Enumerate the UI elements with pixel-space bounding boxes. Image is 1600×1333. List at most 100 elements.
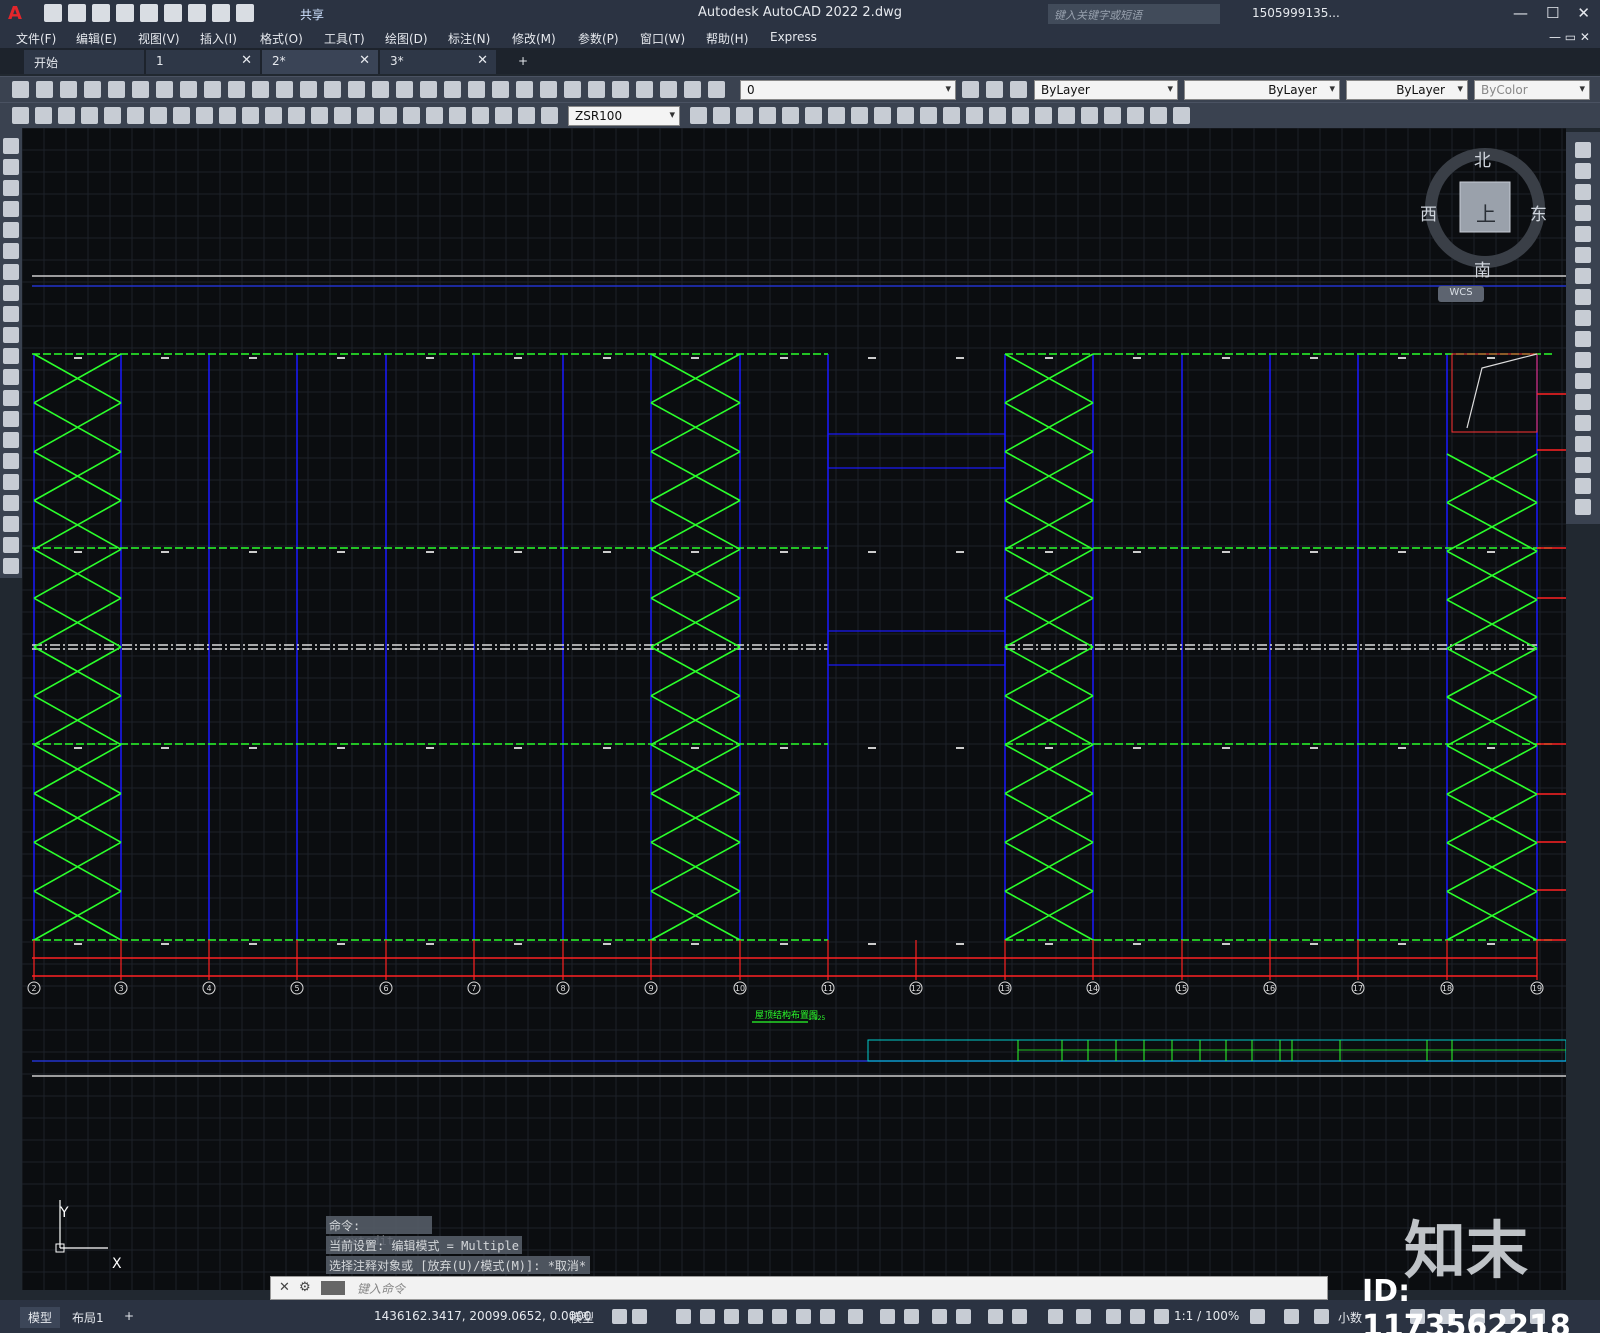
toolbar-tool-icon[interactable] xyxy=(311,107,328,124)
toolbar-tool-icon[interactable] xyxy=(127,107,144,124)
toolbar-tool-icon[interactable] xyxy=(108,81,125,98)
command-input[interactable]: 键入命令 xyxy=(357,1280,405,1297)
toolbar-tool-icon[interactable] xyxy=(357,107,374,124)
status-toggle-icon[interactable] xyxy=(1012,1309,1027,1324)
status-toggle-icon[interactable] xyxy=(848,1309,863,1324)
toolbar-tool-icon[interactable] xyxy=(516,81,533,98)
status-toggle-icon[interactable] xyxy=(772,1309,787,1324)
toolbar-tool-icon[interactable] xyxy=(492,81,509,98)
toolbar-tool-icon[interactable] xyxy=(986,81,1003,98)
toolbar-tool-icon[interactable] xyxy=(420,81,437,98)
status-toggle-icon[interactable] xyxy=(724,1309,739,1324)
draw-tool-icon[interactable] xyxy=(3,558,19,574)
new-tab-button[interactable]: + xyxy=(508,50,534,74)
toolbar-tool-icon[interactable] xyxy=(288,107,305,124)
add-layout-button[interactable]: + xyxy=(116,1307,142,1325)
draw-tool-icon[interactable] xyxy=(3,390,19,406)
toolbar-tool-icon[interactable] xyxy=(173,107,190,124)
toolbar-tool-icon[interactable] xyxy=(851,107,868,124)
menu-draw[interactable]: 绘图(D) xyxy=(385,30,428,47)
toolbar-tool-icon[interactable] xyxy=(660,81,677,98)
modify-tool-icon[interactable] xyxy=(1575,331,1591,347)
toolbar-tool-icon[interactable] xyxy=(12,81,29,98)
draw-tool-icon[interactable] xyxy=(3,327,19,343)
toolbar-tool-icon[interactable] xyxy=(874,107,891,124)
tab-3[interactable]: 3* ✕ xyxy=(380,50,496,74)
toolbar-tool-icon[interactable] xyxy=(540,81,557,98)
status-toggle-icon[interactable] xyxy=(676,1309,691,1324)
status-toggle-icon[interactable] xyxy=(1314,1309,1329,1324)
toolbar-tool-icon[interactable] xyxy=(219,107,236,124)
toolbar-tool-icon[interactable] xyxy=(1035,107,1052,124)
toolbar-tool-icon[interactable] xyxy=(380,107,397,124)
modify-tool-icon[interactable] xyxy=(1575,310,1591,326)
modify-tool-icon[interactable] xyxy=(1575,268,1591,284)
toolbar-tool-icon[interactable] xyxy=(1010,81,1027,98)
toolbar-tool-icon[interactable] xyxy=(805,107,822,124)
menu-edit[interactable]: 编辑(E) xyxy=(76,30,117,47)
tab-start[interactable]: 开始 xyxy=(24,50,144,74)
toolbar-tool-icon[interactable] xyxy=(495,107,512,124)
modify-tool-icon[interactable] xyxy=(1575,394,1591,410)
toolbar-tool-icon[interactable] xyxy=(1173,107,1190,124)
toolbar-tool-icon[interactable] xyxy=(156,81,173,98)
toolbar-tool-icon[interactable] xyxy=(60,81,77,98)
annotation-scale[interactable]: 1:1 / 100% xyxy=(1174,1309,1239,1323)
toolbar-tool-icon[interactable] xyxy=(324,81,341,98)
close-icon[interactable]: ✕ xyxy=(279,1280,290,1295)
modify-tool-icon[interactable] xyxy=(1575,205,1591,221)
close-tab-icon[interactable]: ✕ xyxy=(241,53,252,68)
draw-tool-icon[interactable] xyxy=(3,453,19,469)
status-toggle-icon[interactable] xyxy=(820,1309,835,1324)
tab-1[interactable]: 1 ✕ xyxy=(146,50,260,74)
modify-tool-icon[interactable] xyxy=(1575,478,1591,494)
recent-commands-icon[interactable] xyxy=(321,1281,345,1295)
toolbar-tool-icon[interactable] xyxy=(180,81,197,98)
toolbar-tool-icon[interactable] xyxy=(196,107,213,124)
viewcube-west[interactable]: 西 xyxy=(1420,200,1437,225)
status-toggle-icon[interactable] xyxy=(1076,1309,1091,1324)
modify-tool-icon[interactable] xyxy=(1575,457,1591,473)
toolbar-tool-icon[interactable] xyxy=(276,81,293,98)
menu-modify[interactable]: 修改(M) xyxy=(512,30,556,47)
status-toggle-icon[interactable] xyxy=(632,1309,647,1324)
toolbar-tool-icon[interactable] xyxy=(150,107,167,124)
modify-tool-icon[interactable] xyxy=(1575,142,1591,158)
drawing-area[interactable]: 2 3 4 5 6 7 8 9 10 11 12 13 14 15 16 17 18 19 屋顶结构布置图 1:125 xyxy=(22,128,1566,1290)
command-line[interactable]: ✕ ⚙ 键入命令 xyxy=(270,1276,1328,1300)
draw-tool-icon[interactable] xyxy=(3,432,19,448)
modify-tool-icon[interactable] xyxy=(1575,415,1591,431)
toolbar-tool-icon[interactable] xyxy=(541,107,558,124)
draw-tool-icon[interactable] xyxy=(3,180,19,196)
toolbar-tool-icon[interactable] xyxy=(684,81,701,98)
toolbar-tool-icon[interactable] xyxy=(132,81,149,98)
tab-layout1[interactable]: 布局1 xyxy=(64,1307,112,1328)
toolbar-tool-icon[interactable] xyxy=(736,107,753,124)
linetype-dropdown[interactable]: ByLayer xyxy=(1184,80,1340,100)
plotstyle-dropdown[interactable]: ByColor xyxy=(1474,80,1590,100)
toolbar-tool-icon[interactable] xyxy=(84,81,101,98)
menu-file[interactable]: 文件(F) xyxy=(16,30,56,47)
search-input[interactable]: 键入关键字或短语 xyxy=(1048,4,1220,24)
viewcube-top[interactable]: 上 xyxy=(1476,198,1496,227)
toolbar-tool-icon[interactable] xyxy=(1058,107,1075,124)
status-toggle-icon[interactable] xyxy=(904,1309,919,1324)
draw-tool-icon[interactable] xyxy=(3,243,19,259)
toolbar-tool-icon[interactable] xyxy=(564,81,581,98)
toolbar-tool-icon[interactable] xyxy=(444,81,461,98)
toolbar-tool-icon[interactable] xyxy=(612,81,629,98)
status-toggle-icon[interactable] xyxy=(748,1309,763,1324)
wcs-menu[interactable]: WCS xyxy=(1438,286,1484,302)
modify-tool-icon[interactable] xyxy=(1575,163,1591,179)
close-tab-icon[interactable]: ✕ xyxy=(359,53,370,68)
menu-view[interactable]: 视图(V) xyxy=(138,30,180,47)
toolbar-tool-icon[interactable] xyxy=(1127,107,1144,124)
toolbar-tool-icon[interactable] xyxy=(690,107,707,124)
toolbar-tool-icon[interactable] xyxy=(426,107,443,124)
toolbar-tool-icon[interactable] xyxy=(228,81,245,98)
toolbar-tool-icon[interactable] xyxy=(36,81,53,98)
menu-window[interactable]: 窗口(W) xyxy=(640,30,685,47)
modify-tool-icon[interactable] xyxy=(1575,247,1591,263)
close-tab-icon[interactable]: ✕ xyxy=(477,53,488,68)
menu-express[interactable]: Express xyxy=(770,30,817,44)
